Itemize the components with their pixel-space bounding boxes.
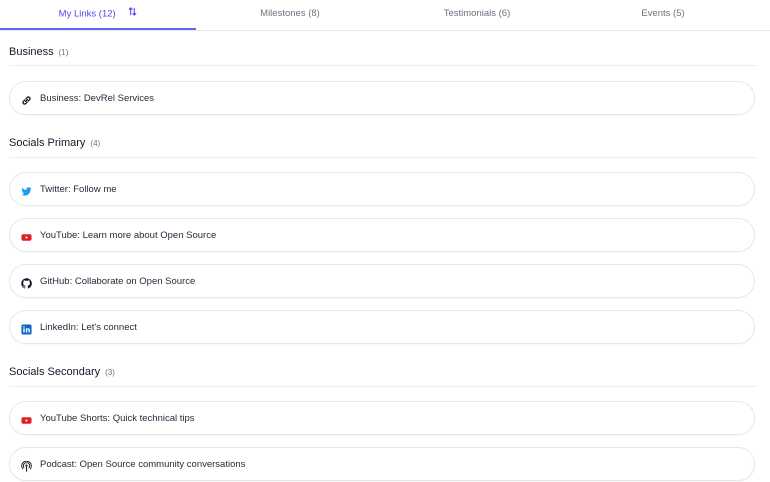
link-label: YouTube: Learn more about Open Source <box>40 230 217 241</box>
section-count: (3) <box>105 368 115 377</box>
section-title-text: Socials Secondary <box>9 366 101 378</box>
link-label: YouTube Shorts: Quick technical tips <box>40 413 195 424</box>
tab-label: My Links (12) <box>58 8 116 20</box>
section-title-socials-primary: Socials Primary (4) <box>9 137 100 149</box>
tab-label: Milestones (8) <box>260 8 320 19</box>
section-count: (4) <box>90 139 101 148</box>
section-title-text: Business <box>9 46 54 58</box>
tab-my-links[interactable]: My Links (12) <box>0 0 196 30</box>
link-label: Twitter: Follow me <box>40 184 117 195</box>
github-icon <box>21 276 32 289</box>
tab-bar: My Links (12) Milestones (8) Testimonial… <box>0 0 770 31</box>
section-title-text: Socials Primary <box>9 137 86 149</box>
link-card-twitter[interactable]: Twitter: Follow me <box>9 172 755 206</box>
section-title-business: Business (1) <box>9 46 68 58</box>
section-count: (1) <box>58 48 69 57</box>
section-divider <box>9 386 757 387</box>
link-label: GitHub: Collaborate on Open Source <box>40 276 196 287</box>
link-label: Podcast: Open Source community conversat… <box>40 459 246 470</box>
podcast-icon <box>21 459 32 472</box>
section-divider <box>9 65 757 66</box>
link-card-linkedin[interactable]: LinkedIn: Let's connect <box>9 310 755 344</box>
tab-label: Events (5) <box>641 8 685 19</box>
sort-icon[interactable] <box>128 0 137 28</box>
link-card-youtube-shorts[interactable]: YouTube Shorts: Quick technical tips <box>9 401 755 435</box>
tab-label: Testimonials (6) <box>443 8 511 19</box>
youtube-icon <box>21 413 32 424</box>
tab-testimonials[interactable]: Testimonials (6) <box>384 0 570 30</box>
section-title-socials-secondary: Socials Secondary (3) <box>9 366 115 378</box>
section-divider <box>9 157 757 158</box>
link-card-github[interactable]: GitHub: Collaborate on Open Source <box>9 264 755 298</box>
youtube-icon <box>21 230 32 241</box>
twitter-icon <box>21 184 32 196</box>
link-card-podcast[interactable]: Podcast: Open Source community conversat… <box>9 447 755 481</box>
link-card-business-devrel[interactable]: Business: DevRel Services <box>9 81 755 115</box>
linkedin-icon <box>21 322 32 335</box>
link-label: Business: DevRel Services <box>40 93 155 104</box>
tab-milestones[interactable]: Milestones (8) <box>196 0 384 30</box>
tab-events[interactable]: Events (5) <box>570 0 756 30</box>
link-label: LinkedIn: Let's connect <box>40 322 137 333</box>
link-icon <box>21 93 32 105</box>
link-card-youtube[interactable]: YouTube: Learn more about Open Source <box>9 218 755 252</box>
